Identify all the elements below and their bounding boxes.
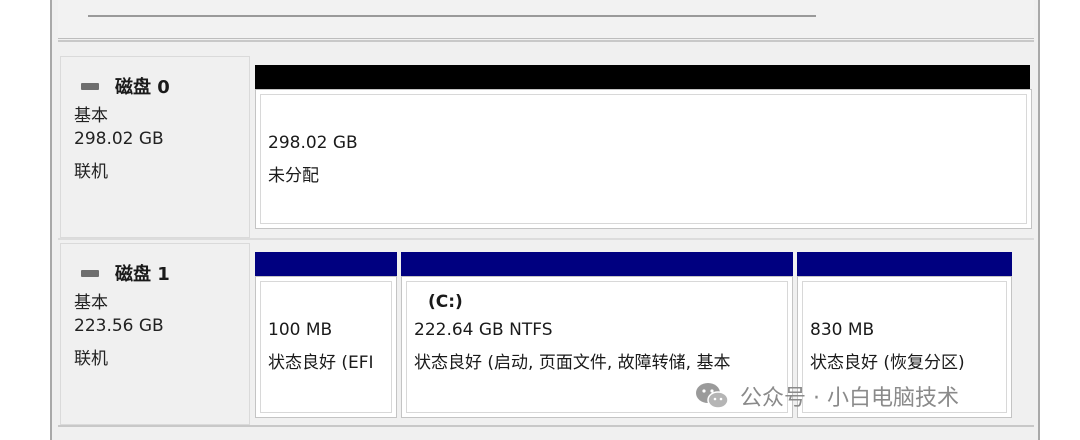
partition-size: 222.64 GB NTFS <box>414 320 553 340</box>
partition-frame <box>260 94 1027 224</box>
disk-1-label[interactable]: 磁盘 1 基本 223.56 GB 联机 <box>60 243 250 425</box>
partition-status: 未分配 <box>268 166 319 186</box>
disk-size: 223.56 GB <box>74 316 164 336</box>
partition-size: 100 MB <box>268 320 333 340</box>
disk-type: 基本 <box>74 106 108 126</box>
disk-0-label[interactable]: 磁盘 0 基本 298.02 GB 联机 <box>60 56 250 238</box>
watermark: 公众号 · 小白电脑技术 <box>694 380 959 412</box>
partition-status: 状态良好 (恢复分区) <box>810 353 965 373</box>
disk-icon <box>81 269 99 277</box>
partition-frame <box>260 281 392 413</box>
partition-size: 830 MB <box>810 320 875 340</box>
horizontal-scrollbar[interactable] <box>88 15 816 17</box>
partition-status: 状态良好 (启动, 页面文件, 故障转储, 基本 <box>414 353 731 373</box>
disk-name: 磁盘 1 <box>115 264 170 285</box>
disk-name: 磁盘 0 <box>115 77 170 98</box>
disk-size: 298.02 GB <box>74 129 164 149</box>
row-divider <box>58 238 1034 240</box>
wechat-icon <box>694 381 730 411</box>
drive-letter: (C:) <box>428 292 463 312</box>
unallocated-header-bar <box>255 65 1030 89</box>
top-scroll-area <box>58 0 1034 39</box>
partition-status: 状态良好 (EFI <box>268 353 374 373</box>
efi-header-bar <box>255 252 397 276</box>
disk-status: 联机 <box>74 349 108 369</box>
efi-partition[interactable]: 100 MB 状态良好 (EFI <box>255 276 397 418</box>
divider <box>58 40 1034 42</box>
unallocated-partition[interactable]: 298.02 GB 未分配 <box>255 89 1032 229</box>
bottom-divider <box>58 425 1034 427</box>
disk-type: 基本 <box>74 293 108 313</box>
disk-icon <box>81 82 99 90</box>
disk-status: 联机 <box>74 162 108 182</box>
watermark-text: 公众号 · 小白电脑技术 <box>740 386 959 411</box>
c-drive-header-bar <box>401 252 793 276</box>
recovery-header-bar <box>797 252 1012 276</box>
partition-size: 298.02 GB <box>268 133 358 153</box>
